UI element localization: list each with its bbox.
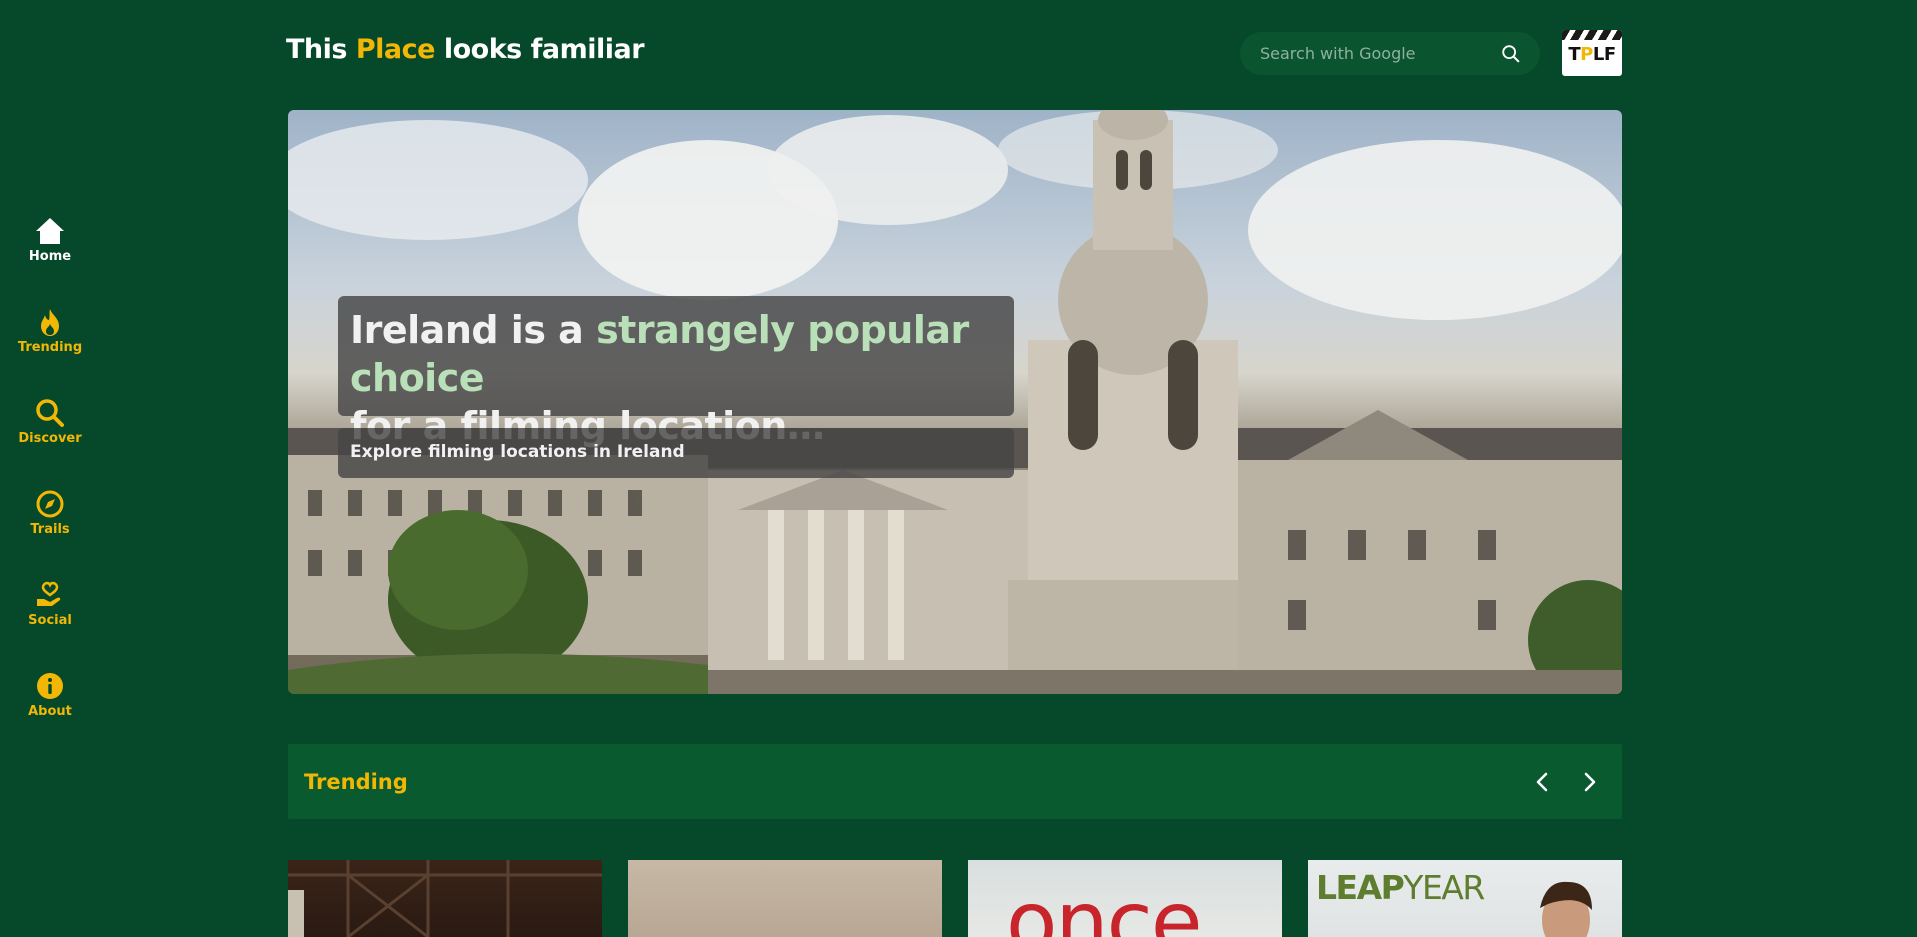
site-title-part1: This [286, 34, 356, 65]
compass-icon [36, 490, 64, 518]
hero-headline-card: Ireland is a strangely popular choice fo… [338, 296, 1014, 448]
sidebar-item-trending[interactable]: Trending [0, 296, 100, 387]
sidebar-item-home[interactable]: Home [0, 205, 100, 296]
trending-card[interactable] [288, 860, 602, 937]
sidebar-nav: Home Trending Discover Trails Social Abo… [0, 205, 100, 751]
site-title-part2: looks familiar [434, 34, 645, 65]
site-title[interactable]: This Place looks familiar [286, 34, 645, 65]
card-poster-title: once [1006, 873, 1202, 937]
chevron-right-icon [1584, 772, 1596, 791]
trending-card[interactable]: once [968, 860, 1282, 937]
sidebar-item-label: About [28, 704, 72, 719]
sidebar-item-trails[interactable]: Trails [0, 478, 100, 569]
site-logo[interactable]: TPLF [1562, 30, 1622, 76]
card-image [288, 860, 602, 937]
search-icon [36, 399, 64, 427]
sidebar-item-label: Trending [17, 340, 83, 355]
flame-icon [41, 309, 59, 336]
carousel-prev-button[interactable] [1526, 765, 1560, 799]
chevron-left-icon [1536, 772, 1548, 791]
trending-title: Trending [304, 769, 408, 794]
site-title-accent: Place [355, 34, 436, 65]
home-icon [36, 218, 64, 244]
trending-header: Trending [288, 744, 1622, 819]
sidebar-item-label: Social [28, 613, 72, 628]
sidebar-item-label: Discover [18, 431, 82, 446]
heart-hand-icon [37, 581, 61, 606]
card-image [1540, 881, 1592, 937]
sidebar-item-label: Home [28, 249, 72, 264]
info-icon [37, 673, 63, 699]
search-box [1240, 32, 1540, 75]
hero-explore-link[interactable]: Explore filming locations in Ireland [338, 428, 1014, 478]
search-input[interactable] [1260, 44, 1500, 63]
carousel-next-button[interactable] [1572, 765, 1606, 799]
search-icon[interactable] [1500, 43, 1522, 65]
sidebar-item-discover[interactable]: Discover [0, 387, 100, 478]
hero-banner[interactable]: Ireland is a strangely popular choice fo… [288, 110, 1622, 694]
sidebar-item-about[interactable]: About [0, 660, 100, 751]
sidebar-item-label: Trails [30, 522, 70, 537]
trending-card[interactable] [628, 860, 942, 937]
trending-card[interactable]: LEAPYEAR [1308, 860, 1622, 937]
sidebar-item-social[interactable]: Social [0, 569, 100, 660]
clapperboard-icon [1562, 30, 1622, 40]
logo-text: TPLF [1568, 44, 1616, 65]
